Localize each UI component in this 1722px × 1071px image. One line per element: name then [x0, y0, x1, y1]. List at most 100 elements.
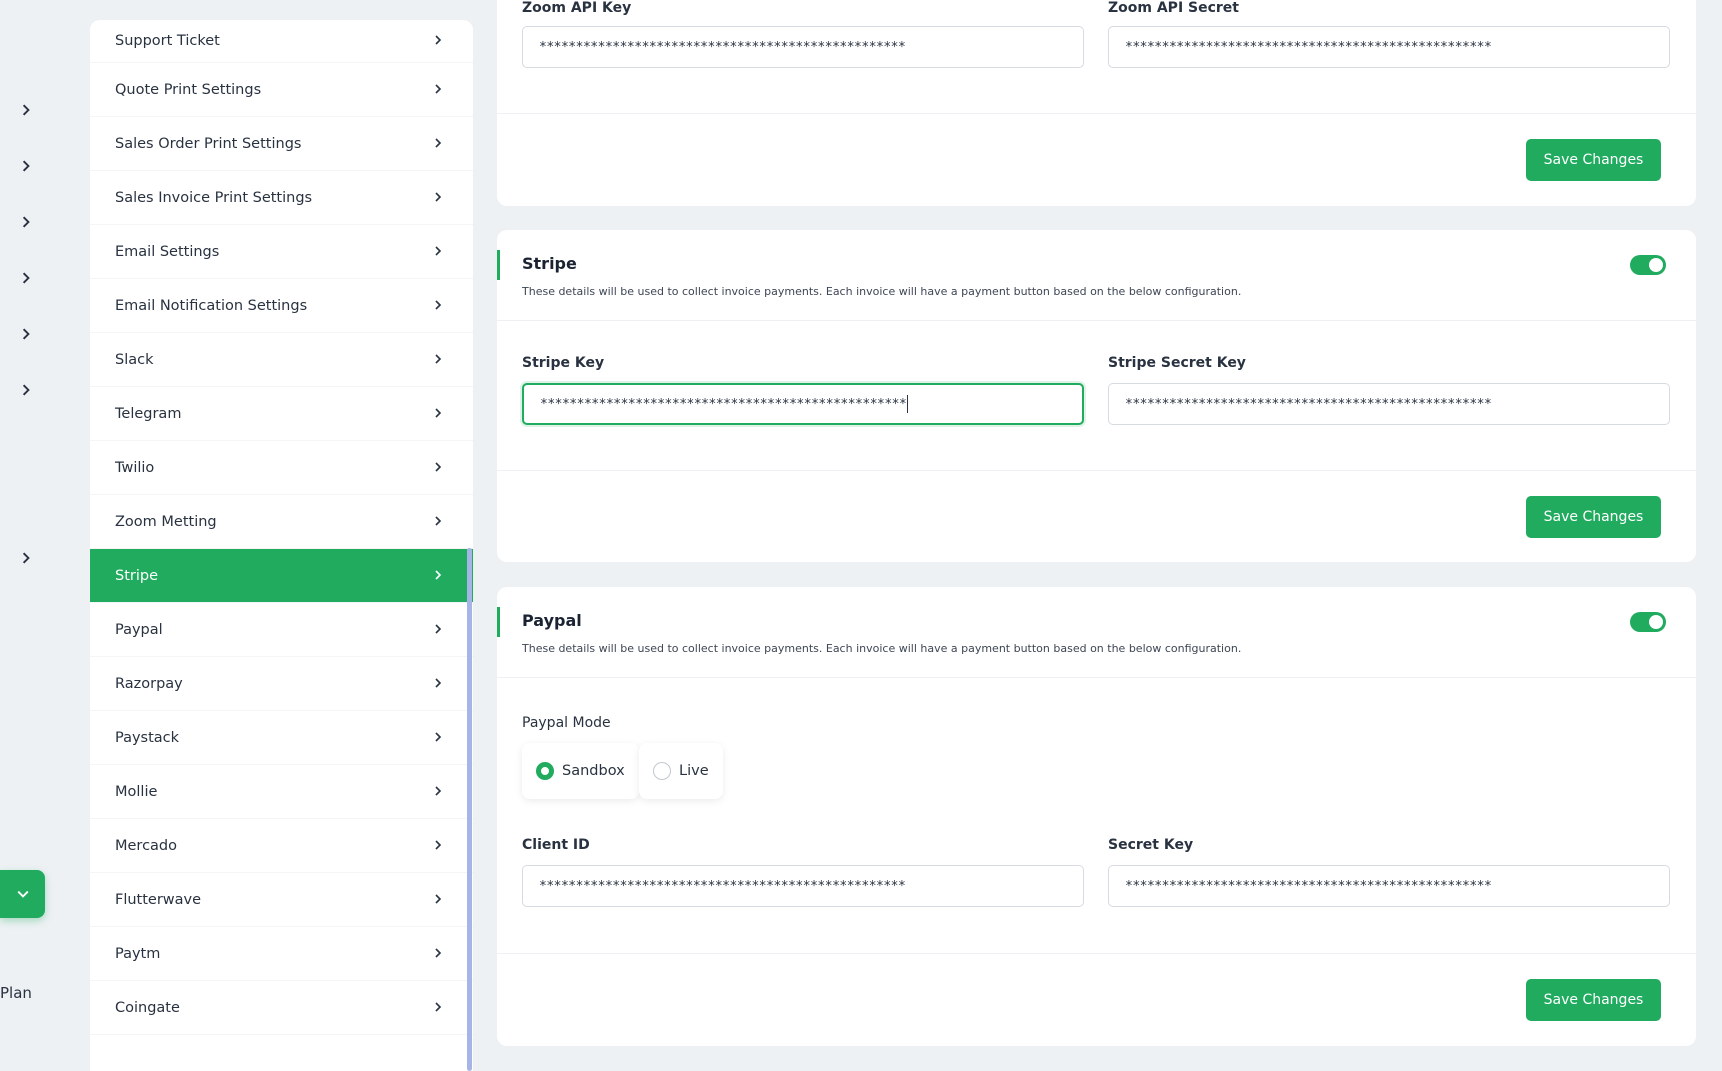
- menu-item-label: Telegram: [115, 405, 182, 422]
- chevron-right-icon[interactable]: [18, 214, 34, 230]
- toggle-knob: [1649, 615, 1663, 629]
- menu-item-twilio[interactable]: Twilio: [90, 441, 473, 495]
- chevron-right-icon: [433, 730, 443, 746]
- zoom-save-button[interactable]: Save Changes: [1526, 139, 1661, 181]
- paypal-mode-sandbox[interactable]: Sandbox: [522, 743, 639, 799]
- menu-item-email-notification-settings[interactable]: Email Notification Settings: [90, 279, 473, 333]
- plan-label[interactable]: Plan: [0, 984, 32, 1002]
- stripe-secret-key-label: Stripe Secret Key: [1108, 355, 1246, 371]
- zoom-card-footer: Save Changes: [497, 113, 1696, 206]
- chevron-right-icon: [433, 622, 443, 638]
- chevron-right-icon: [433, 838, 443, 854]
- menu-item-coingate[interactable]: Coingate: [90, 981, 473, 1035]
- paypal-enable-toggle[interactable]: [1630, 612, 1666, 632]
- menu-item-email-settings[interactable]: Email Settings: [90, 225, 473, 279]
- menu-item-razorpay[interactable]: Razorpay: [90, 657, 473, 711]
- zoom-settings-card: Zoom API Key ***************************…: [497, 0, 1696, 206]
- menu-item-label: Mollie: [115, 783, 158, 800]
- menu-item-paytm[interactable]: Paytm: [90, 927, 473, 981]
- chevron-right-icon: [433, 244, 443, 260]
- chevron-right-icon: [433, 82, 443, 98]
- paypal-secret-key-input[interactable]: ****************************************…: [1108, 865, 1670, 907]
- menu-item-label: Coingate: [115, 999, 180, 1016]
- chevron-right-icon[interactable]: [18, 382, 34, 398]
- stripe-card-footer: Save Changes: [497, 470, 1696, 562]
- paypal-client-id-input[interactable]: ****************************************…: [522, 865, 1084, 907]
- chevron-right-icon: [433, 946, 443, 962]
- menu-item-label: Paypal: [115, 621, 163, 638]
- zoom-api-secret-input[interactable]: ****************************************…: [1108, 26, 1670, 68]
- menu-item-mercado[interactable]: Mercado: [90, 819, 473, 873]
- section-accent-bar: [497, 250, 500, 280]
- chevron-right-icon[interactable]: [18, 102, 34, 118]
- paypal-mode-live[interactable]: Live: [639, 743, 723, 799]
- dropdown-toggle-button[interactable]: [0, 870, 45, 918]
- paypal-settings-card: Paypal These details will be used to col…: [497, 587, 1696, 1046]
- stripe-title: Stripe: [522, 254, 577, 273]
- chevron-right-icon: [433, 352, 443, 368]
- chevron-right-icon[interactable]: [18, 158, 34, 174]
- chevron-right-icon: [433, 1000, 443, 1016]
- chevron-right-icon: [433, 676, 443, 692]
- chevron-right-icon: [433, 892, 443, 908]
- collapsed-sidebar: Plan: [0, 0, 60, 1071]
- menu-item-label: Sales Invoice Print Settings: [115, 189, 313, 206]
- menu-item-label: Email Settings: [115, 243, 220, 260]
- menu-item-telegram[interactable]: Telegram: [90, 387, 473, 441]
- menu-item-label: Email Notification Settings: [115, 297, 308, 314]
- toggle-knob: [1649, 258, 1663, 272]
- stripe-description: These details will be used to collect in…: [522, 285, 1242, 298]
- menu-item-mollie[interactable]: Mollie: [90, 765, 473, 819]
- menu-item-zoom-metting[interactable]: Zoom Metting: [90, 495, 473, 549]
- paypal-save-button[interactable]: Save Changes: [1526, 979, 1661, 1021]
- stripe-secret-key-input[interactable]: ****************************************…: [1108, 383, 1670, 425]
- menu-item-paystack[interactable]: Paystack: [90, 711, 473, 765]
- chevron-right-icon: [433, 190, 443, 206]
- menu-item-label: Zoom Metting: [115, 513, 217, 530]
- chevron-right-icon: [433, 406, 443, 422]
- menu-item-sales-order-print-settings[interactable]: Sales Order Print Settings: [90, 117, 473, 171]
- chevron-right-icon[interactable]: [18, 550, 34, 566]
- chevron-right-icon: [433, 136, 443, 152]
- chevron-right-icon: [433, 784, 443, 800]
- menu-item-label: Slack: [115, 351, 154, 368]
- radio-label: Live: [679, 763, 709, 779]
- chevron-right-icon[interactable]: [18, 326, 34, 342]
- chevron-right-icon[interactable]: [18, 270, 34, 286]
- menu-item-quote-print-settings[interactable]: Quote Print Settings: [90, 63, 473, 117]
- chevron-down-icon: [17, 885, 29, 904]
- stripe-enable-toggle[interactable]: [1630, 255, 1666, 275]
- paypal-card-footer: Save Changes: [497, 953, 1696, 1046]
- paypal-mode-label: Paypal Mode: [522, 715, 611, 731]
- stripe-key-input[interactable]: ****************************************…: [522, 383, 1084, 425]
- text-caret: [907, 395, 909, 413]
- menu-scrollbar[interactable]: [467, 548, 472, 1071]
- zoom-api-key-input[interactable]: ****************************************…: [522, 26, 1084, 68]
- zoom-api-key-label: Zoom API Key: [522, 0, 632, 16]
- paypal-title: Paypal: [522, 611, 582, 630]
- menu-item-label: Flutterwave: [115, 891, 202, 908]
- stripe-save-button[interactable]: Save Changes: [1526, 496, 1661, 538]
- menu-item-label: Support Ticket: [115, 33, 220, 49]
- radio-selected-icon: [536, 762, 554, 780]
- stripe-settings-card: Stripe These details will be used to col…: [497, 230, 1696, 562]
- settings-menu: Support Ticket Quote Print Settings Sale…: [90, 20, 473, 1071]
- stripe-card-header: Stripe These details will be used to col…: [497, 230, 1696, 321]
- menu-item-stripe[interactable]: Stripe: [90, 549, 473, 603]
- radio-unselected-icon: [653, 762, 671, 780]
- menu-item-label: Quote Print Settings: [115, 81, 262, 98]
- menu-item-label: Mercado: [115, 837, 178, 854]
- menu-item-support-ticket[interactable]: Support Ticket: [90, 20, 473, 63]
- menu-item-label: Paytm: [115, 945, 161, 962]
- zoom-api-secret-label: Zoom API Secret: [1108, 0, 1239, 16]
- paypal-secret-key-label: Secret Key: [1108, 837, 1194, 853]
- menu-item-paypal[interactable]: Paypal: [90, 603, 473, 657]
- menu-item-label: Stripe: [115, 567, 159, 584]
- chevron-right-icon: [433, 33, 443, 49]
- menu-item-slack[interactable]: Slack: [90, 333, 473, 387]
- chevron-right-icon: [433, 514, 443, 530]
- section-accent-bar: [497, 607, 500, 637]
- menu-item-sales-invoice-print-settings[interactable]: Sales Invoice Print Settings: [90, 171, 473, 225]
- paypal-card-header: Paypal These details will be used to col…: [497, 587, 1696, 678]
- menu-item-flutterwave[interactable]: Flutterwave: [90, 873, 473, 927]
